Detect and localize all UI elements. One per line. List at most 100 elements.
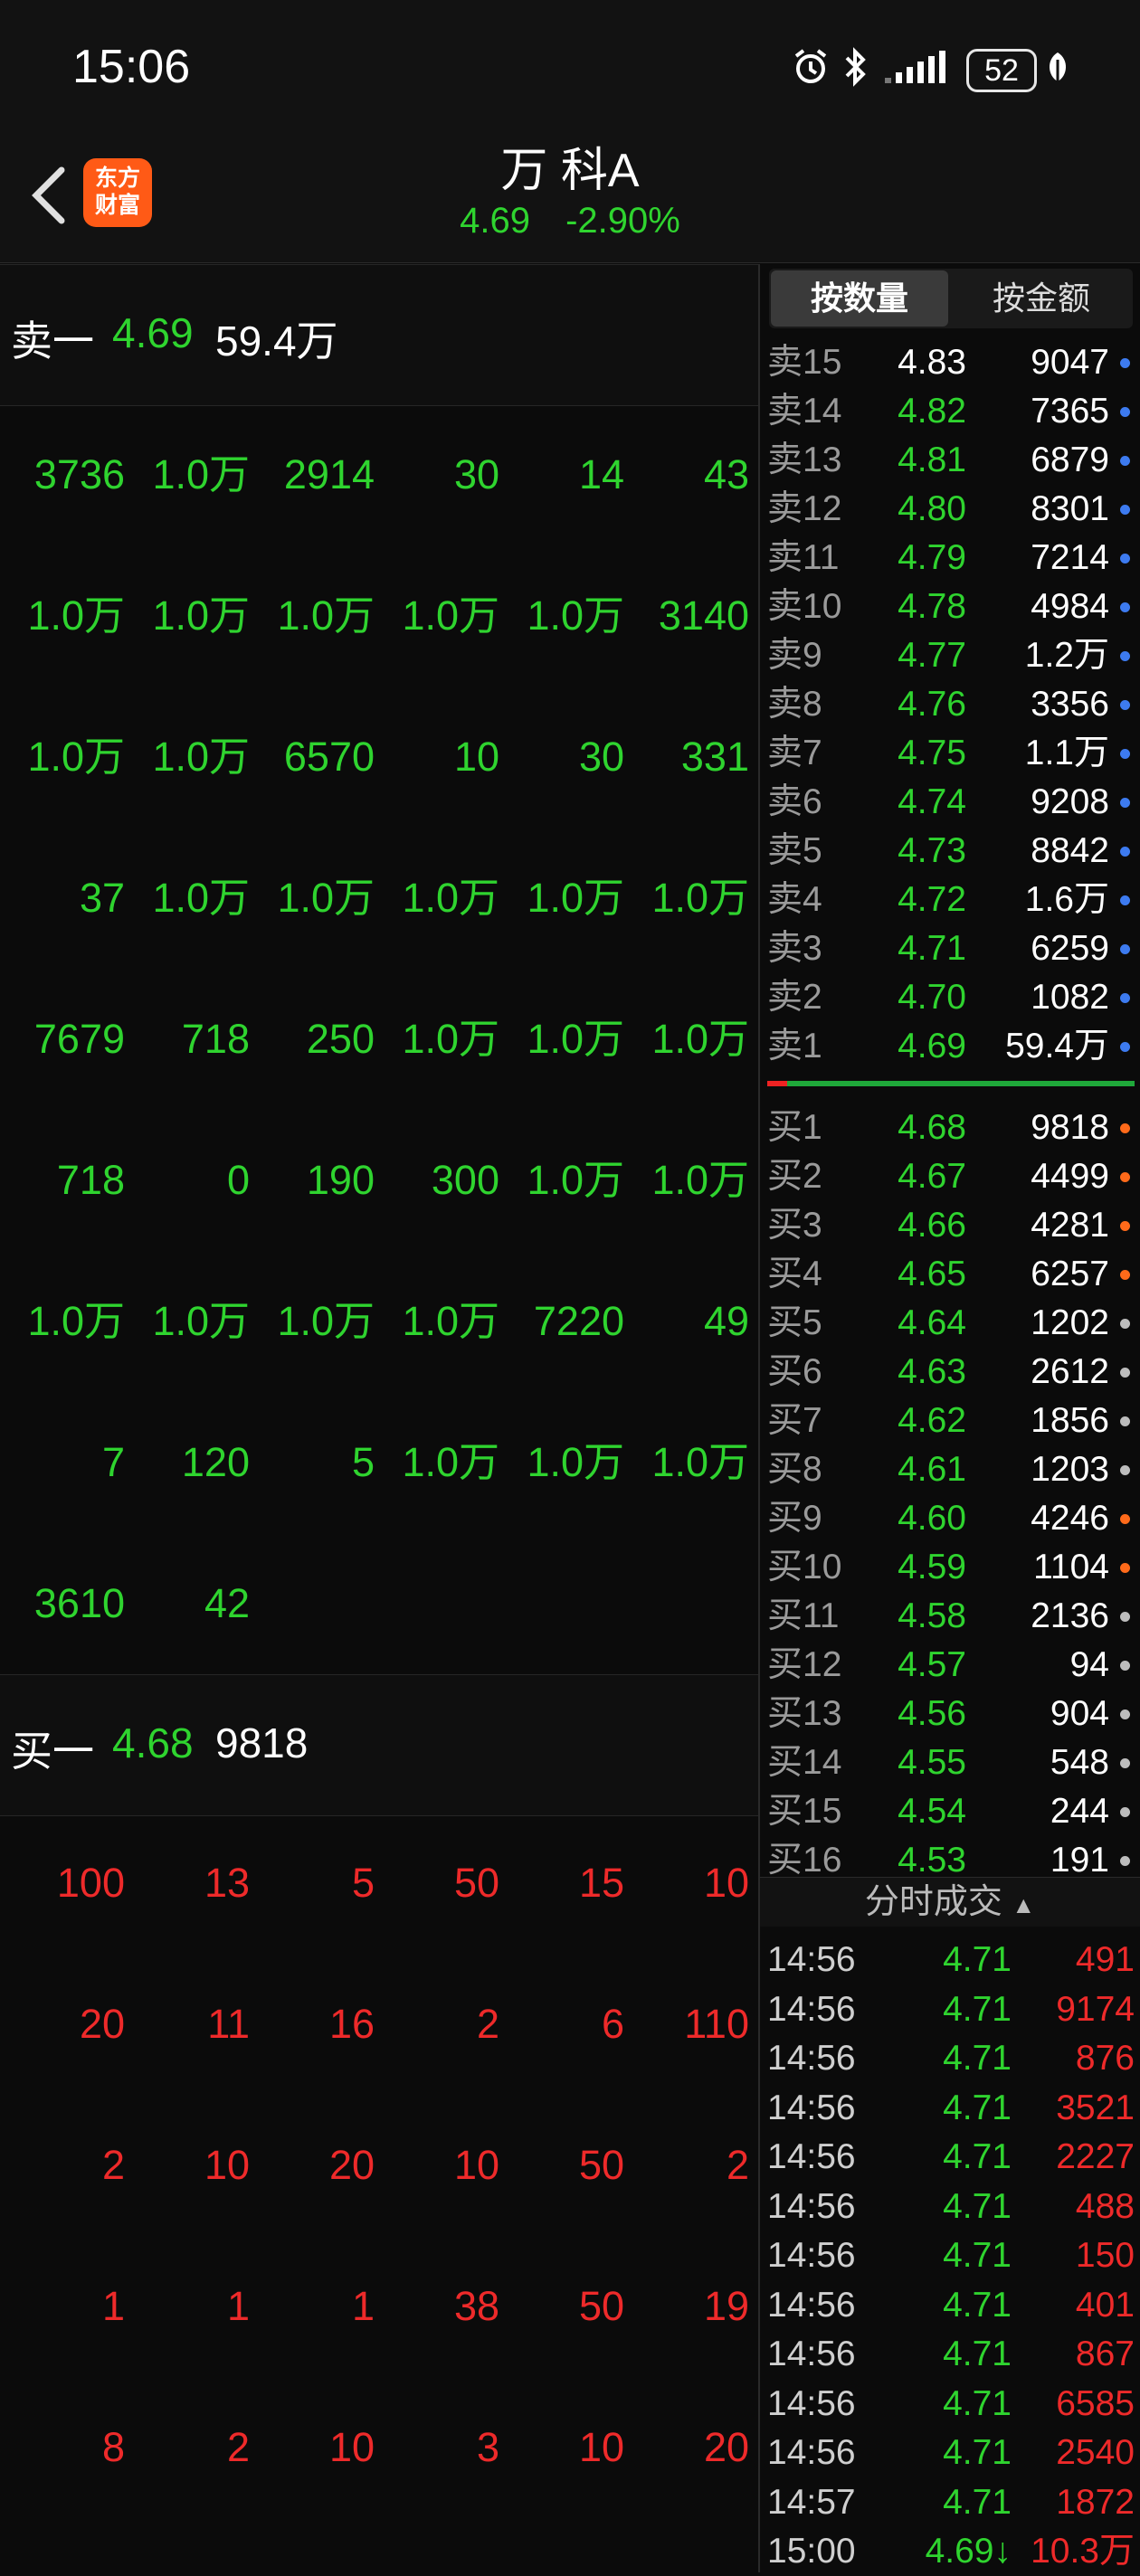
bid-row[interactable]: 买1 4.68 9818 xyxy=(767,1103,1136,1152)
bid-price: 4.55 xyxy=(898,1743,966,1782)
tick-row: 14:56 4.71 9174 xyxy=(767,1985,1136,2034)
order-cell: 718 xyxy=(181,1016,250,1062)
ask-row[interactable]: 卖1 4.69 59.4万 xyxy=(767,1022,1136,1071)
ask-volume: 8842 xyxy=(1031,831,1109,870)
bid-price: 4.68 xyxy=(898,1108,966,1147)
bid-row[interactable]: 买14 4.55 548 xyxy=(767,1738,1136,1787)
tick-time: 14:56 xyxy=(767,2236,856,2275)
order-row: 718 0 190 300 1.0万 1.0万 xyxy=(0,1158,758,1203)
tick-volume: 2227 xyxy=(1056,2137,1135,2176)
ask-row[interactable]: 卖2 4.70 1082 xyxy=(767,973,1136,1022)
bid-label: 买10 xyxy=(767,1548,842,1586)
order-cell: 1.0万 xyxy=(27,734,125,780)
tick-volume: 401 xyxy=(1075,2285,1135,2325)
bid-row[interactable]: 买3 4.66 4281 xyxy=(767,1201,1136,1250)
ask-row[interactable]: 卖11 4.79 7214 xyxy=(767,534,1136,582)
bid-row[interactable]: 买7 4.62 1856 xyxy=(767,1397,1136,1445)
ask-row[interactable]: 卖4 4.72 1.6万 xyxy=(767,876,1136,924)
ask-price: 4.79 xyxy=(898,538,966,577)
order-cell: 5 xyxy=(351,1439,375,1485)
buy1-label: 买一 xyxy=(11,1728,94,1775)
tick-price: 4.71 xyxy=(943,1940,1012,1979)
ask-row[interactable]: 卖12 4.80 8301 xyxy=(767,485,1136,534)
bid-row[interactable]: 买2 4.67 4499 xyxy=(767,1152,1136,1201)
bid-price: 4.66 xyxy=(898,1206,966,1245)
order-cell: 2 xyxy=(726,2142,749,2188)
order-cell: 3 xyxy=(476,2424,499,2470)
tick-price: 4.69↓ xyxy=(925,2532,1012,2571)
bid-row[interactable]: 买6 4.63 2612 xyxy=(767,1348,1136,1397)
bid-row[interactable]: 买10 4.59 1104 xyxy=(767,1543,1136,1592)
tick-time: 14:56 xyxy=(767,1940,856,1979)
tick-time: 14:56 xyxy=(767,1989,856,2029)
order-cell: 300 xyxy=(431,1157,499,1203)
bid-row[interactable]: 买15 4.54 244 xyxy=(767,1787,1136,1836)
order-cell: 7679 xyxy=(33,1016,125,1062)
bid-row[interactable]: 买4 4.65 6257 xyxy=(767,1250,1136,1299)
ask-dot xyxy=(1120,358,1130,368)
buy1-summary[interactable]: 买一 4.68 9818 xyxy=(0,1674,758,1816)
tab-by-quantity[interactable]: 按数量 xyxy=(771,270,948,327)
tick-time: 14:56 xyxy=(767,2039,856,2078)
bid-row[interactable]: 买5 4.64 1202 xyxy=(767,1299,1136,1348)
ask-dot xyxy=(1120,602,1130,612)
bid-label: 买6 xyxy=(767,1352,822,1391)
order-cell: 1.0万 xyxy=(651,1439,749,1485)
ask-price: 4.72 xyxy=(898,880,966,919)
buy1-price: 4.68 xyxy=(112,1719,194,1766)
ask-row[interactable]: 卖9 4.77 1.2万 xyxy=(767,631,1136,680)
bluetooth-icon xyxy=(841,47,869,91)
ask-row[interactable]: 卖5 4.73 8842 xyxy=(767,827,1136,876)
bid-price: 4.61 xyxy=(898,1450,966,1489)
ask-row[interactable]: 卖7 4.75 1.1万 xyxy=(767,729,1136,778)
ask-row[interactable]: 卖15 4.83 9047 xyxy=(767,338,1136,387)
ask-row[interactable]: 卖8 4.76 3356 xyxy=(767,680,1136,729)
bid-ask-divider-accent xyxy=(767,1081,787,1086)
ask-volume: 59.4万 xyxy=(1005,1027,1109,1065)
bid-price: 4.59 xyxy=(898,1548,966,1586)
sell1-summary[interactable]: 卖一 4.69 59.4万 xyxy=(0,264,758,406)
order-cell: 50 xyxy=(453,1860,499,1906)
bid-row[interactable]: 买13 4.56 904 xyxy=(767,1690,1136,1738)
order-cell: 49 xyxy=(703,1298,749,1344)
order-cell: 1.0万 xyxy=(402,875,499,921)
order-row: 2 10 20 10 50 2 xyxy=(0,2143,758,2188)
tick-row: 14:56 4.71 867 xyxy=(767,2330,1136,2379)
ticks-header[interactable]: 分时成交 ▲ xyxy=(760,1877,1140,1927)
tick-volume: 9174 xyxy=(1056,1989,1135,2029)
bid-label: 买8 xyxy=(767,1450,822,1489)
tick-volume: 1872 xyxy=(1056,2482,1135,2522)
order-cell: 331 xyxy=(680,734,749,780)
bid-row[interactable]: 买11 4.58 2136 xyxy=(767,1592,1136,1641)
tick-volume: 2540 xyxy=(1056,2433,1135,2472)
order-row: 7679 718 250 1.0万 1.0万 1.0万 xyxy=(0,1017,758,1062)
order-row: 1.0万 1.0万 1.0万 1.0万 7220 49 xyxy=(0,1299,758,1344)
tick-time: 14:56 xyxy=(767,2383,856,2423)
order-cell: 718 xyxy=(56,1157,125,1203)
leaf-icon xyxy=(1044,47,1071,91)
order-row: 100 13 5 50 15 10 xyxy=(0,1861,758,1906)
tick-time: 14:56 xyxy=(767,2433,856,2472)
bid-row[interactable]: 买12 4.57 94 xyxy=(767,1641,1136,1690)
sell1-volume: 59.4万 xyxy=(215,317,338,365)
order-cell: 3610 xyxy=(33,1580,125,1626)
ask-row[interactable]: 卖14 4.82 7365 xyxy=(767,387,1136,436)
order-cell: 30 xyxy=(453,451,499,497)
order-cell: 1 xyxy=(101,2283,125,2329)
ask-row[interactable]: 卖13 4.81 6879 xyxy=(767,436,1136,485)
order-cell: 30 xyxy=(578,734,624,780)
ask-row[interactable]: 卖3 4.71 6259 xyxy=(767,924,1136,973)
ask-row[interactable]: 卖10 4.78 4984 xyxy=(767,582,1136,631)
tick-time: 15:00 xyxy=(767,2532,856,2571)
ask-row[interactable]: 卖6 4.74 9208 xyxy=(767,778,1136,827)
bid-row[interactable]: 买8 4.61 1203 xyxy=(767,1445,1136,1494)
bid-volume: 94 xyxy=(1069,1645,1109,1684)
ticks-header-label: 分时成交 xyxy=(864,1883,1002,1921)
tick-price: 4.71 xyxy=(943,2236,1012,2275)
order-cell: 10 xyxy=(453,2142,499,2188)
tick-price: 4.71 xyxy=(943,2482,1012,2522)
tab-by-amount[interactable]: 按金额 xyxy=(952,270,1131,327)
bid-volume: 6257 xyxy=(1031,1255,1109,1293)
bid-row[interactable]: 买9 4.60 4246 xyxy=(767,1494,1136,1543)
ask-dot xyxy=(1120,847,1130,857)
